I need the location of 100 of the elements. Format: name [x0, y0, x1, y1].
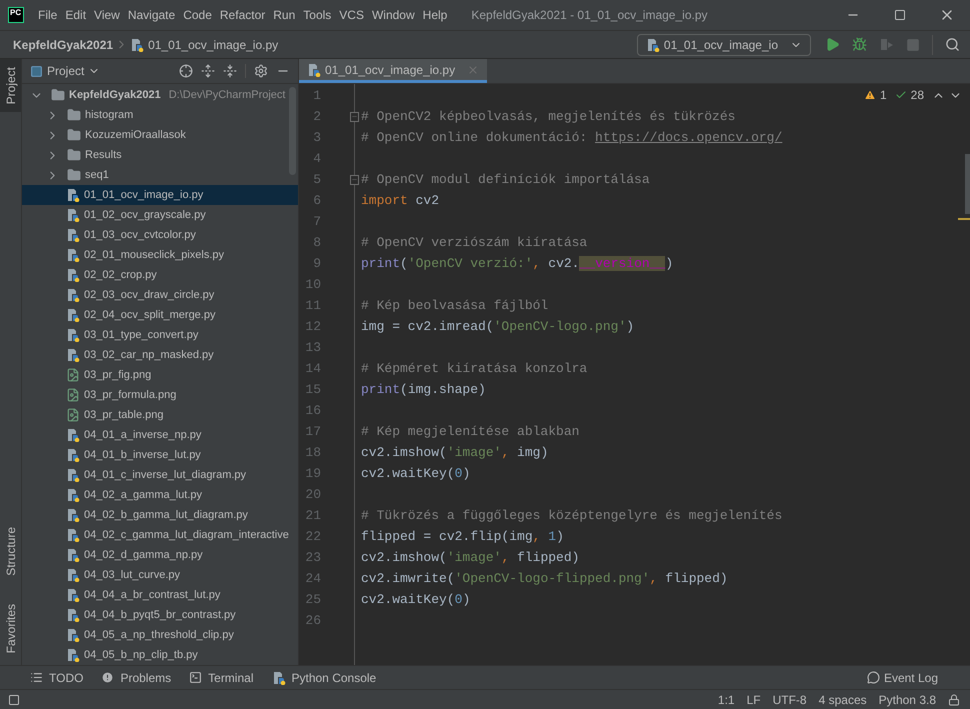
tree-item[interactable]: 03_02_car_np_masked.py: [22, 345, 298, 365]
python-file-icon: [66, 288, 80, 302]
tree-item[interactable]: 02_04_ocv_split_merge.py: [22, 305, 298, 325]
status-item[interactable]: Python 3.8: [878, 690, 936, 708]
python-file-icon: [66, 328, 80, 342]
typo-count[interactable]: 28: [910, 86, 924, 104]
line-number: 24: [304, 570, 321, 588]
project-view-dropdown[interactable]: Project: [30, 62, 100, 80]
tree-item[interactable]: 01_03_ocv_cvtcolor.py: [22, 225, 298, 245]
tree-item[interactable]: 04_01_b_inverse_lut.py: [22, 445, 298, 465]
tree-item[interactable]: seq1: [22, 165, 298, 185]
tool-window-button[interactable]: Terminal: [189, 668, 254, 686]
tree-item[interactable]: 02_02_crop.py: [22, 265, 298, 285]
window-title: KepfeldGyak2021 - 01_01_ocv_image_io.py: [471, 7, 708, 24]
python-file-icon: [66, 608, 80, 622]
tree-item[interactable]: 02_01_mouseclick_pixels.py: [22, 245, 298, 265]
line-number: 13: [304, 338, 321, 357]
tree-item[interactable]: KepfeldGyak2021 D:\Dev\PyCharmProject: [22, 85, 298, 105]
tree-item[interactable]: 04_04_a_br_contrast_lut.py: [22, 585, 298, 605]
status-item[interactable]: LF: [746, 690, 761, 708]
image-file-icon: [66, 388, 80, 402]
menu-item[interactable]: Code: [179, 6, 216, 24]
menu-item[interactable]: Navigate: [124, 6, 180, 24]
tree-item[interactable]: 04_01_c_inverse_lut_diagram.py: [22, 465, 298, 485]
code-line: print('OpenCV verzió:', cv2.__version__): [361, 254, 674, 273]
list-icon: [30, 671, 43, 684]
tree-item[interactable]: 02_03_ocv_draw_circle.py: [22, 285, 298, 305]
collapse-all-button[interactable]: [223, 64, 237, 78]
tree-item[interactable]: 04_02_c_gamma_lut_diagram_interactive: [22, 525, 298, 545]
fold-marker-icon[interactable]: [350, 174, 359, 184]
tree-item[interactable]: KozuzemiOraallasok: [22, 125, 298, 145]
status-item[interactable]: UTF-8: [772, 690, 807, 708]
tree-item[interactable]: 03_pr_formula.png: [22, 385, 298, 405]
menu-item[interactable]: Window: [368, 6, 419, 24]
line-number: 11: [304, 296, 321, 315]
tool-window-button[interactable]: Python Console: [272, 668, 376, 686]
editor-tab[interactable]: 01_01_ocv_image_io.py: [299, 59, 488, 83]
code-line: # Tükrözés a függőleges középtengelyre és megjelenítés: [361, 506, 782, 525]
python-file-icon: [66, 548, 80, 562]
expand-all-button[interactable]: [201, 64, 215, 78]
menu-item[interactable]: Help: [418, 6, 452, 24]
tree-item[interactable]: 04_01_a_inverse_np.py: [22, 425, 298, 445]
menu-item[interactable]: VCS: [335, 6, 368, 24]
lock-icon[interactable]: [948, 694, 960, 706]
coverage-icon: [879, 37, 894, 52]
line-number: 7: [312, 212, 321, 231]
code-line: cv2.imwrite('OpenCV-logo-flipped.png', flipped): [361, 570, 728, 588]
menu-item[interactable]: Run: [269, 6, 300, 24]
tree-item[interactable]: 04_02_d_gamma_np.py: [22, 545, 298, 565]
tree-item[interactable]: 03_01_type_convert.py: [22, 325, 298, 345]
line-number: 10: [304, 276, 321, 294]
menu-item[interactable]: Edit: [61, 6, 90, 24]
tree-item[interactable]: 04_04_b_pyqt5_br_contrast.py: [22, 605, 298, 625]
line-number: 19: [304, 464, 321, 483]
settings-button[interactable]: [254, 64, 268, 78]
tree-item[interactable]: 03_pr_table.png: [22, 405, 298, 425]
menu-item[interactable]: Tools: [299, 6, 336, 24]
line-number: 2: [312, 108, 321, 126]
tool-window-button[interactable]: TODO: [30, 668, 84, 686]
code-line: img = cv2.imread('OpenCV-logo.png'): [361, 318, 634, 336]
folder-icon: [67, 148, 81, 162]
scrollbar-thumb[interactable]: [965, 154, 970, 214]
fold-marker-icon[interactable]: [350, 112, 359, 122]
settings-icon: [254, 64, 268, 78]
line-number: 9: [312, 254, 321, 273]
line-number: 18: [304, 444, 321, 462]
tree-item[interactable]: 04_03_lut_curve.py: [22, 565, 298, 585]
tree-item[interactable]: 01_02_ocv_grayscale.py: [22, 205, 298, 225]
breadcrumb-item[interactable]: 01_01_ocv_image_io.py: [148, 36, 278, 54]
menu-item[interactable]: File: [34, 6, 62, 24]
panel-icon: [30, 64, 43, 78]
python-file-icon: [66, 208, 80, 222]
tree-item[interactable]: 04_02_a_gamma_lut.py: [22, 485, 298, 505]
menu-item[interactable]: View: [90, 6, 124, 24]
tool-window-tab[interactable]: Structure: [0, 518, 21, 584]
tree-item[interactable]: histogram: [22, 105, 298, 125]
tool-window-tab[interactable]: Favorites: [0, 596, 21, 661]
python-file-icon: [66, 628, 80, 642]
python-file-icon: [66, 188, 80, 202]
status-item[interactable]: 1:1: [718, 690, 735, 708]
tool-window-button[interactable]: Problems: [101, 668, 172, 686]
tree-item[interactable]: Results: [22, 145, 298, 165]
locate-button[interactable]: [179, 64, 193, 78]
tree-item[interactable]: 04_05_a_np_threshold_clip.py: [22, 625, 298, 645]
maximize-icon: [894, 9, 906, 21]
tree-item[interactable]: 04_05_b_np_clip_tb.py: [22, 645, 298, 665]
menu-item[interactable]: Refactor: [216, 6, 270, 24]
code-line: flipped = cv2.flip(img, 1): [361, 528, 564, 546]
run-config-dropdown[interactable]: 01_01_ocv_image_io: [636, 34, 811, 56]
tool-window-tab[interactable]: Project: [0, 59, 21, 112]
tree-item[interactable]: 03_pr_fig.png: [22, 365, 298, 385]
crosshair-icon: [179, 64, 193, 78]
warning-count[interactable]: 1: [880, 86, 887, 104]
breadcrumb-item[interactable]: KepfeldGyak2021: [13, 36, 114, 54]
event-log-button[interactable]: Event Log: [866, 668, 938, 686]
python-file-icon: [130, 38, 144, 52]
panel-toggle-icon[interactable]: [8, 694, 20, 706]
tree-item[interactable]: 01_01_ocv_image_io.py: [22, 185, 298, 205]
status-item[interactable]: 4 spaces: [818, 690, 867, 708]
tree-item[interactable]: 04_02_b_gamma_lut_diagram.py: [22, 505, 298, 525]
